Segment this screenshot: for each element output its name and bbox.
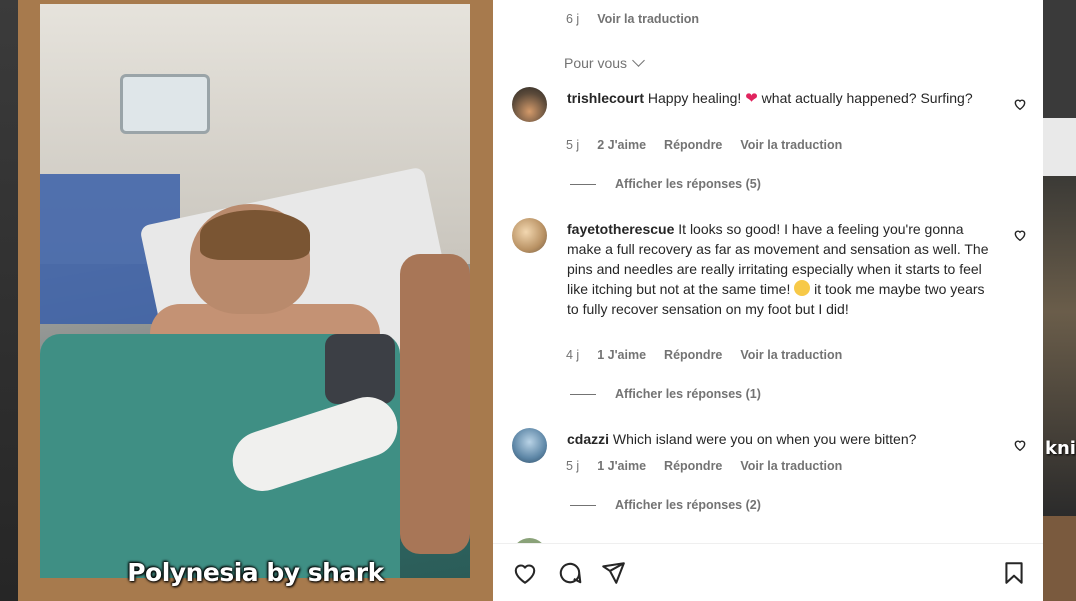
avatar[interactable] [512,218,547,253]
avatar[interactable] [512,87,547,122]
reply-button[interactable]: Répondre [664,138,722,152]
media-caption: Polynesia by shark [127,558,384,587]
comment-text: trishlecourt Happy healing! ❤ what actua… [567,90,973,107]
like-comment-heart-icon[interactable] [1013,97,1027,111]
background-text: knif [1045,438,1076,459]
like-comment-heart-icon[interactable] [1013,438,1027,452]
comments-panel: 6 j Voir la traduction Pour vous trishlec… [493,0,1043,601]
background-left [0,0,18,601]
laughing-emoji [794,280,811,296]
comment-meta: 4 j1 J'aime Répondre Voir la traduction [566,348,843,362]
show-replies-button[interactable]: Afficher les réponses (1) [570,387,761,401]
translate-link[interactable]: Voir la traduction [597,12,699,26]
comment-text: fayetotherescue It looks so good! I have… [567,221,989,317]
top-comment-meta: 6 j Voir la traduction [566,12,717,26]
comment-icon[interactable] [557,560,583,586]
translate-link[interactable]: Voir la traduction [740,459,842,473]
post-media[interactable]: Polynesia by shark [18,0,493,601]
translate-link[interactable]: Voir la traduction [740,348,842,362]
for-you-label: Pour vous [564,55,628,71]
comment-text: cdazzi Which island were you on when you… [567,431,917,447]
like-comment-heart-icon[interactable] [1013,228,1027,242]
comment-meta: 5 j1 J'aime Répondre Voir la traduction [566,459,843,473]
show-replies-button[interactable]: Afficher les réponses (2) [570,498,761,512]
likes-count[interactable]: 1 J'aime [597,348,646,362]
comment-time: 6 j [566,12,580,26]
bookmark-icon[interactable] [1001,560,1027,586]
send-icon[interactable] [600,560,626,586]
comment-username[interactable]: cdazzi [567,431,609,447]
likes-count[interactable]: 1 J'aime [597,459,646,473]
post-action-bar [493,543,1043,601]
show-replies-button[interactable]: Afficher les réponses (5) [570,177,761,191]
for-you-sort[interactable]: Pour vous [564,54,645,71]
heart-icon[interactable] [512,560,538,586]
instagram-post-view: Polynesia by shark 6 j Voir la traduction… [0,0,1076,601]
reply-button[interactable]: Répondre [664,459,722,473]
likes-count[interactable]: 2 J'aime [597,138,646,152]
translate-link[interactable]: Voir la traduction [740,138,842,152]
chevron-down-icon [632,54,645,67]
comments-list[interactable]: 6 j Voir la traduction Pour vous trishlec… [493,0,1043,543]
background-right: knif [1043,0,1076,601]
comment-meta: 5 j2 J'aime Répondre Voir la traduction [566,138,843,152]
comment-username[interactable]: trishlecourt [567,90,644,106]
heart-emoji: ❤ [745,90,758,107]
reply-button[interactable]: Répondre [664,348,722,362]
post-photo [40,4,471,578]
comment-username[interactable]: fayetotherescue [567,221,674,237]
avatar[interactable] [512,428,547,463]
